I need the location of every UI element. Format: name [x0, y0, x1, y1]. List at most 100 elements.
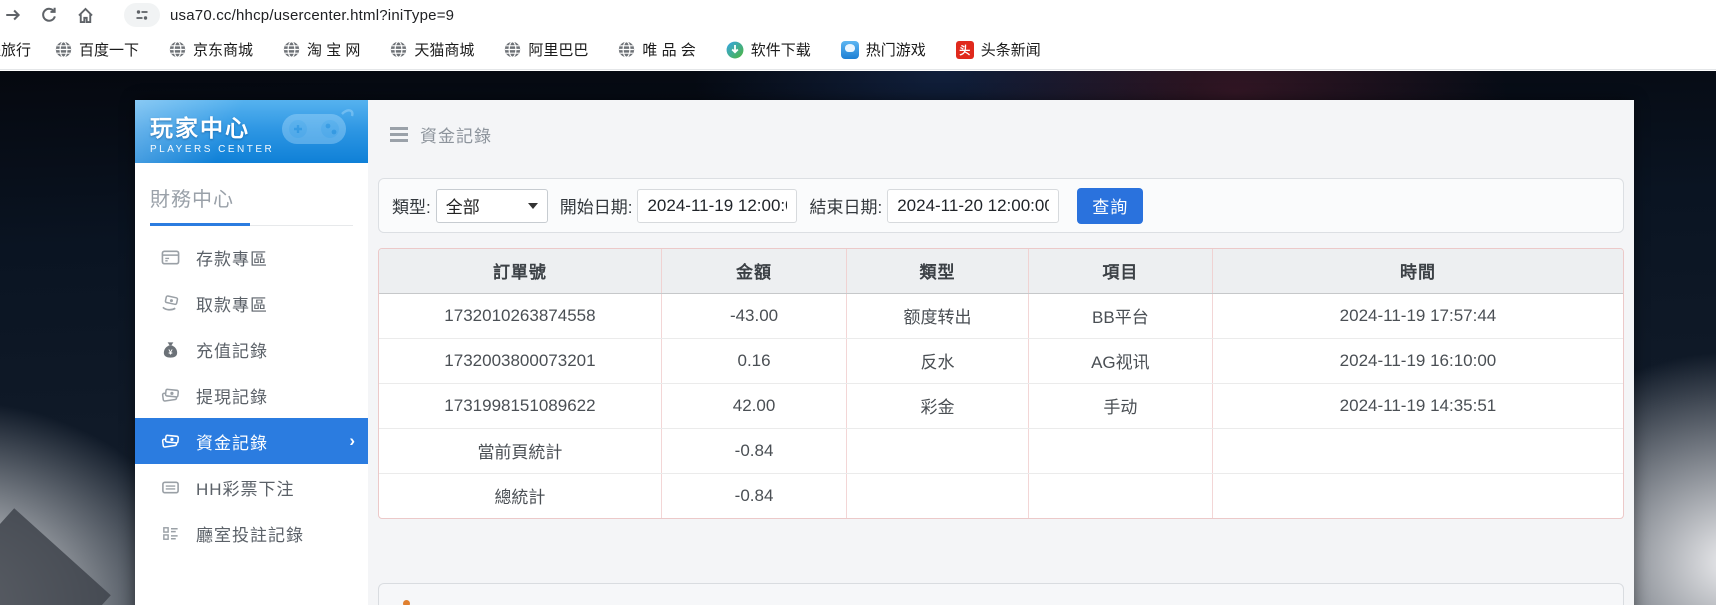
bookmark-item[interactable]: 软件下载 — [726, 39, 811, 60]
col-time: 時間 — [1212, 249, 1623, 293]
bookmark-item[interactable]: 百度一下 — [55, 39, 139, 60]
globe-icon — [504, 41, 521, 58]
start-date-input[interactable] — [637, 189, 797, 223]
bookmarks-bar: 程旅行 百度一下 京东商城 淘 宝 网 天猫商城 阿里巴巴 唯 品 会 — [0, 30, 1716, 70]
end-date-input[interactable] — [887, 189, 1059, 223]
forward-icon[interactable] — [2, 4, 24, 26]
browser-toolbar: usa70.cc/hhcp/usercenter.html?iniType=9 — [0, 0, 1716, 30]
pagination-marker — [403, 600, 410, 605]
funds-table-container: 訂單號 金額 類型 項目 時間 1732010263874558 -43.00 — [378, 248, 1624, 519]
cell-empty — [1028, 473, 1212, 518]
sidebar: 玩家中心 PLAYERS CENTER 財務中心 存款專區 — [135, 100, 368, 605]
cell-order: 1732010263874558 — [379, 293, 661, 338]
bookmark-item[interactable]: 阿里巴巴 — [504, 39, 588, 60]
lottery-bet-icon — [161, 478, 180, 497]
table-row-page-total: 當前頁統計 -0.84 — [379, 428, 1623, 473]
sidebar-item-funds-record[interactable]: 資金記錄 › — [135, 418, 368, 464]
sidebar-item-lottery-bet[interactable]: HH彩票下注 — [135, 464, 368, 510]
cell-empty — [847, 473, 1029, 518]
cell-amount: 0.16 — [661, 338, 846, 383]
chevron-down-icon — [528, 203, 538, 209]
chevron-right-icon: › — [349, 431, 355, 451]
globe-icon — [283, 41, 300, 58]
funds-record-icon — [161, 432, 180, 451]
col-item: 項目 — [1028, 249, 1212, 293]
cell-label: 總統計 — [379, 473, 661, 518]
bookmark-item[interactable]: 热门游戏 — [841, 39, 926, 60]
url-address[interactable]: usa70.cc/hhcp/usercenter.html?iniType=9 — [170, 7, 454, 24]
sidebar-item-recharge-record[interactable]: ¥ 充值記錄 — [135, 326, 368, 372]
menu-icon[interactable] — [390, 127, 408, 142]
start-date-label: 開始日期: — [560, 193, 633, 218]
hot-games-icon — [841, 41, 859, 59]
page-title: 資金記錄 — [420, 122, 492, 147]
breadcrumb: 資金記錄 — [368, 100, 1634, 147]
sidebar-item-deposit[interactable]: 存款專區 — [135, 234, 368, 280]
cell-order: 1732003800073201 — [379, 338, 661, 383]
sidebar-section: 財務中心 — [135, 163, 368, 226]
site-info-chip[interactable] — [124, 3, 160, 27]
cell-time: 2024-11-19 17:57:44 — [1212, 293, 1623, 338]
cell-item: 手动 — [1028, 383, 1212, 428]
sidebar-nav: 存款專區 取款專區 ¥ 充值記錄 提現記錄 — [135, 234, 368, 556]
filter-bar: 類型: 全部 開始日期: 結束日期: 查詢 — [378, 178, 1624, 233]
cashout-record-icon — [161, 386, 180, 405]
cell-label: 當前頁統計 — [379, 428, 661, 473]
home-icon[interactable] — [74, 4, 96, 26]
bookmark-item[interactable]: 程旅行 — [0, 39, 31, 60]
pagination-panel — [378, 583, 1624, 605]
bookmark-item[interactable]: 京东商城 — [169, 39, 253, 60]
table-row: 1732010263874558 -43.00 额度转出 BB平台 2024-1… — [379, 293, 1623, 338]
cell-amount: -0.84 — [661, 428, 846, 473]
cell-item: AG视讯 — [1028, 338, 1212, 383]
table-row: 1731998151089622 42.00 彩金 手动 2024-11-19 … — [379, 383, 1623, 428]
col-type: 類型 — [847, 249, 1029, 293]
deposit-icon — [161, 248, 180, 267]
bookmark-item[interactable]: 天猫商城 — [390, 39, 474, 60]
cell-empty — [847, 428, 1029, 473]
bookmark-item[interactable]: 淘 宝 网 — [283, 39, 360, 60]
hall-bet-record-icon — [161, 524, 180, 543]
sidebar-subtitle: PLAYERS CENTER — [150, 144, 368, 155]
cell-amount: 42.00 — [661, 383, 846, 428]
section-underline — [150, 223, 353, 226]
funds-table: 訂單號 金額 類型 項目 時間 1732010263874558 -43.00 — [379, 249, 1623, 518]
end-date-label: 結束日期: — [809, 193, 882, 218]
col-order-number: 訂單號 — [379, 249, 661, 293]
cell-amount: -0.84 — [661, 473, 846, 518]
cell-empty — [1212, 473, 1623, 518]
type-label: 類型: — [392, 193, 431, 218]
table-row-grand-total: 總統計 -0.84 — [379, 473, 1623, 518]
sidebar-item-withdraw[interactable]: 取款專區 — [135, 280, 368, 326]
cell-time: 2024-11-19 14:35:51 — [1212, 383, 1623, 428]
sidebar-item-hall-bet-record[interactable]: 廳室投註記錄 — [135, 510, 368, 556]
background-wedge — [0, 508, 111, 605]
globe-icon — [618, 41, 635, 58]
cell-time: 2024-11-19 16:10:00 — [1212, 338, 1623, 383]
sidebar-item-cashout-record[interactable]: 提現記錄 — [135, 372, 368, 418]
globe-icon — [390, 41, 407, 58]
withdraw-icon — [161, 294, 180, 313]
cell-type: 彩金 — [847, 383, 1029, 428]
browser-window: usa70.cc/hhcp/usercenter.html?iniType=9 … — [0, 0, 1716, 605]
cell-type: 反水 — [847, 338, 1029, 383]
table-row: 1732003800073201 0.16 反水 AG视讯 2024-11-19… — [379, 338, 1623, 383]
cell-empty — [1212, 428, 1623, 473]
table-header-row: 訂單號 金額 類型 項目 時間 — [379, 249, 1623, 293]
cell-amount: -43.00 — [661, 293, 846, 338]
content-area: 資金記錄 類型: 全部 開始日期: 結束日期: 查詢 — [368, 100, 1634, 605]
cell-item: BB平台 — [1028, 293, 1212, 338]
software-download-icon — [726, 41, 744, 59]
bookmark-item[interactable]: 头 头条新闻 — [956, 39, 1041, 60]
section-title: 財務中心 — [150, 183, 353, 212]
reload-icon[interactable] — [38, 4, 60, 26]
sidebar-header: 玩家中心 PLAYERS CENTER — [135, 100, 368, 163]
sidebar-title: 玩家中心 — [150, 109, 368, 143]
tune-icon — [134, 7, 150, 23]
recharge-record-icon: ¥ — [161, 340, 180, 359]
bookmark-item[interactable]: 唯 品 会 — [618, 39, 695, 60]
search-button[interactable]: 查詢 — [1077, 188, 1143, 224]
type-select[interactable]: 全部 — [436, 189, 548, 223]
globe-icon — [55, 41, 72, 58]
cell-empty — [1028, 428, 1212, 473]
